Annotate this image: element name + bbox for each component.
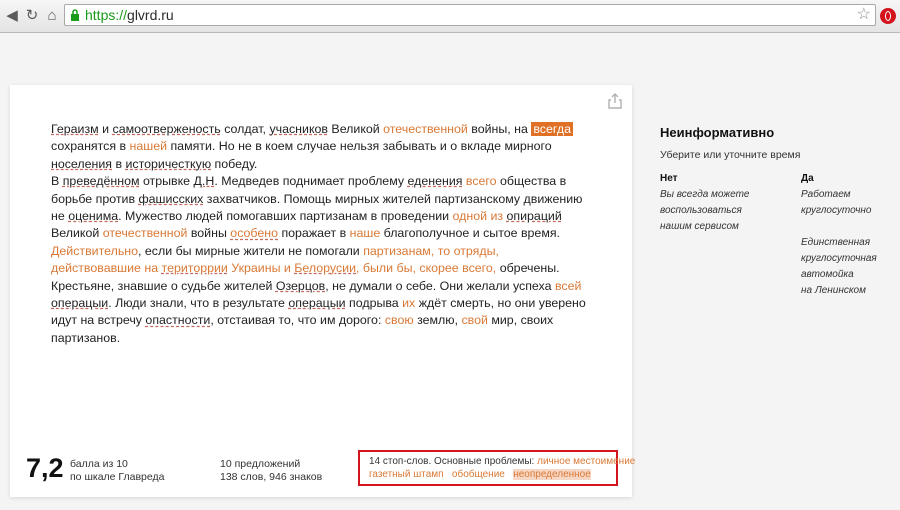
- no-example-line: нашим сервисом: [660, 221, 739, 232]
- score-label-line-1: балла из 10: [70, 458, 128, 470]
- url-host: glvrd.ru: [127, 7, 174, 23]
- stop-word[interactable]: Белорусии: [294, 261, 356, 275]
- stop-word[interactable]: всей: [555, 279, 581, 293]
- text-stats: 10 предложений 138 слов, 946 знаков: [220, 458, 322, 484]
- stop-word[interactable]: отечественной: [383, 122, 468, 136]
- page: Гераизм и самоотверженость солдат, учасн…: [0, 33, 900, 510]
- bookmark-star-icon[interactable]: ☆: [857, 5, 871, 25]
- problem-newspaper-cliche[interactable]: газетный штамп: [369, 469, 444, 480]
- yes-example-line: круглосуточная: [801, 253, 877, 264]
- url-text: https://glvrd.ru: [85, 7, 174, 23]
- word-char-count: 138 слов, 946 знаков: [220, 471, 323, 483]
- lock-icon: [71, 9, 79, 21]
- yes-example-line: круглосуточно: [801, 205, 872, 216]
- stop-word[interactable]: отечественной: [103, 226, 188, 240]
- word[interactable]: опастности: [145, 313, 210, 327]
- word[interactable]: учасников: [269, 122, 328, 136]
- stop-word[interactable]: нашей: [130, 139, 168, 153]
- share-icon[interactable]: [608, 93, 622, 109]
- word[interactable]: преведённом: [63, 174, 140, 188]
- analyzed-text[interactable]: Гераизм и самоотверженость солдат, учасн…: [51, 121, 591, 347]
- score-label: балла из 10 по шкале Главреда: [70, 458, 164, 484]
- opera-menu-icon[interactable]: [880, 8, 896, 24]
- stop-word[interactable]: одной из: [453, 209, 504, 223]
- yes-header: Да: [801, 173, 814, 184]
- yes-example-line: Работаем: [801, 189, 851, 200]
- problems-box: 14 стоп-слов. Основные проблемы: личное …: [358, 450, 635, 486]
- yes-column: Да Работаем круглосуточно Единственная к…: [801, 171, 877, 299]
- word[interactable]: операцыи: [51, 296, 108, 310]
- stop-word[interactable]: наше: [350, 226, 381, 240]
- address-bar[interactable]: https://glvrd.ru ☆: [64, 4, 876, 26]
- stop-word[interactable]: их: [402, 296, 415, 310]
- word[interactable]: самоотверженость: [113, 122, 221, 136]
- panel-title: Неинформативно: [660, 125, 775, 140]
- stop-word[interactable]: свою: [385, 313, 414, 327]
- panel-subtitle: Уберите или уточните время: [660, 149, 801, 161]
- problems-prefix: 14 стоп-слов. Основные проблемы:: [369, 456, 538, 467]
- word[interactable]: Гераизм: [51, 122, 99, 136]
- paragraph-1: Гераизм и самоотверженость солдат, учасн…: [51, 122, 573, 171]
- word[interactable]: носеления: [51, 157, 112, 171]
- word[interactable]: Д.Н: [194, 174, 215, 188]
- reload-icon[interactable]: ↻: [23, 7, 41, 25]
- word[interactable]: еденения: [408, 174, 463, 188]
- home-icon[interactable]: ⌂: [43, 7, 61, 25]
- word[interactable]: историчесткую: [125, 157, 211, 171]
- problem-generalization[interactable]: обобщение: [452, 469, 505, 480]
- stop-word[interactable]: Действительно: [51, 244, 138, 258]
- selected-stop-word[interactable]: всегда: [531, 122, 573, 136]
- explanation-panel: Неинформативно Уберите или уточните врем…: [660, 125, 890, 296]
- url-scheme: https://: [85, 7, 128, 23]
- sentence-count: 10 предложений: [220, 458, 301, 470]
- back-icon[interactable]: ◀: [3, 7, 21, 25]
- problem-personal-pronoun[interactable]: личное местоимение: [537, 456, 635, 467]
- stop-word[interactable]: Украины и: [228, 261, 294, 275]
- yes-example-line: Единственная: [801, 237, 871, 248]
- browser-toolbar: ◀ ↻ ⌂ https://glvrd.ru ☆: [0, 0, 900, 33]
- score-label-line-2: по шкале Главреда: [70, 471, 165, 483]
- stop-word[interactable]: територрии: [162, 261, 228, 275]
- yes-example-line: на Ленинском: [801, 285, 866, 296]
- no-header: Нет: [660, 173, 678, 184]
- no-column: Нет Вы всегда можете воспользоваться наш…: [660, 171, 749, 235]
- stop-word[interactable]: свой: [461, 313, 487, 327]
- word[interactable]: фашисских: [138, 192, 203, 206]
- stop-word[interactable]: особено: [230, 226, 278, 240]
- no-example-line: Вы всегда можете: [660, 189, 750, 200]
- word[interactable]: Озерцов: [276, 279, 325, 293]
- no-example-line: воспользоваться: [660, 205, 742, 216]
- word[interactable]: опираций: [507, 209, 562, 223]
- score-value: 7,2: [26, 453, 64, 483]
- yes-example-line: автомойка: [801, 269, 854, 280]
- word[interactable]: оценима: [68, 209, 118, 223]
- stop-word[interactable]: , были бы, скорее всего,: [356, 261, 496, 275]
- word[interactable]: операцыи: [288, 296, 345, 310]
- paragraph-2: В преведённом отрывке Д.Н. Медведев подн…: [51, 174, 586, 345]
- editor-card: Гераизм и самоотверженость солдат, учасн…: [10, 85, 635, 497]
- problem-indefinite[interactable]: неопределенное: [513, 469, 591, 480]
- stop-word[interactable]: всего: [466, 174, 497, 188]
